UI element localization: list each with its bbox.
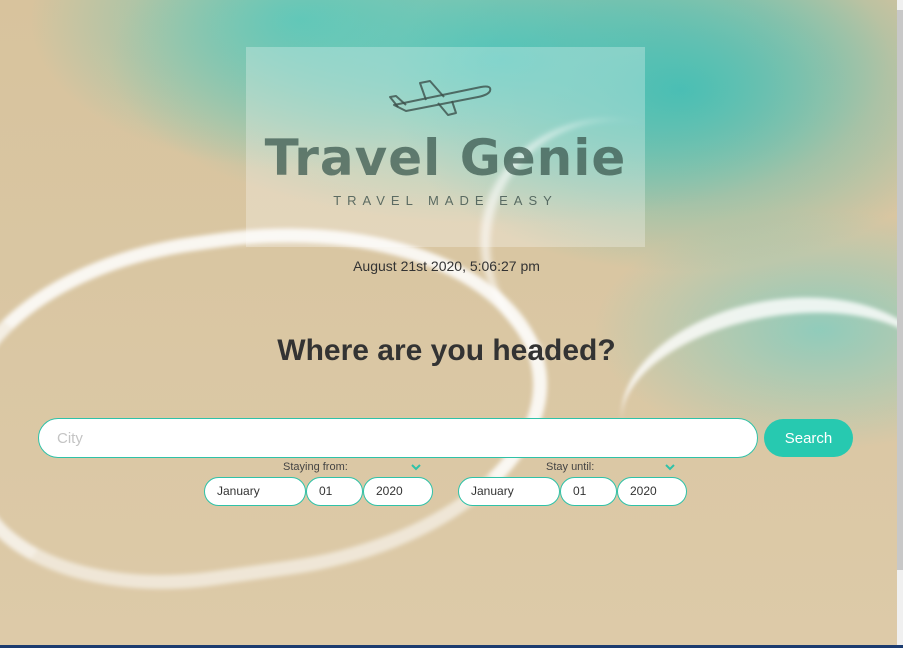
- staying-from-label: Staying from:: [283, 461, 348, 473]
- until-day-select[interactable]: 01: [560, 477, 617, 506]
- until-year-select[interactable]: 2020: [617, 477, 687, 506]
- from-day-select[interactable]: 01: [306, 477, 363, 506]
- logo-title: Travel Genie: [264, 129, 627, 187]
- logo-tagline: TRAVEL MADE EASY: [333, 193, 558, 208]
- stay-until-label: Stay until:: [546, 461, 595, 473]
- scrollbar-thumb[interactable]: [897, 10, 903, 570]
- chevron-down-icon[interactable]: [411, 462, 421, 472]
- logo: Travel Genie TRAVEL MADE EASY: [246, 47, 645, 247]
- airplane-icon: [389, 80, 492, 116]
- city-search-input[interactable]: [38, 418, 758, 458]
- from-year-select[interactable]: 2020: [363, 477, 433, 506]
- vertical-scrollbar[interactable]: [897, 0, 903, 645]
- until-month-select[interactable]: January: [458, 477, 560, 506]
- search-button[interactable]: Search: [764, 419, 853, 457]
- current-datetime: August 21st 2020, 5:06:27 pm: [353, 258, 540, 274]
- page-headline: Where are you headed?: [277, 334, 616, 367]
- from-month-select[interactable]: January: [204, 477, 306, 506]
- chevron-down-icon[interactable]: [665, 462, 675, 472]
